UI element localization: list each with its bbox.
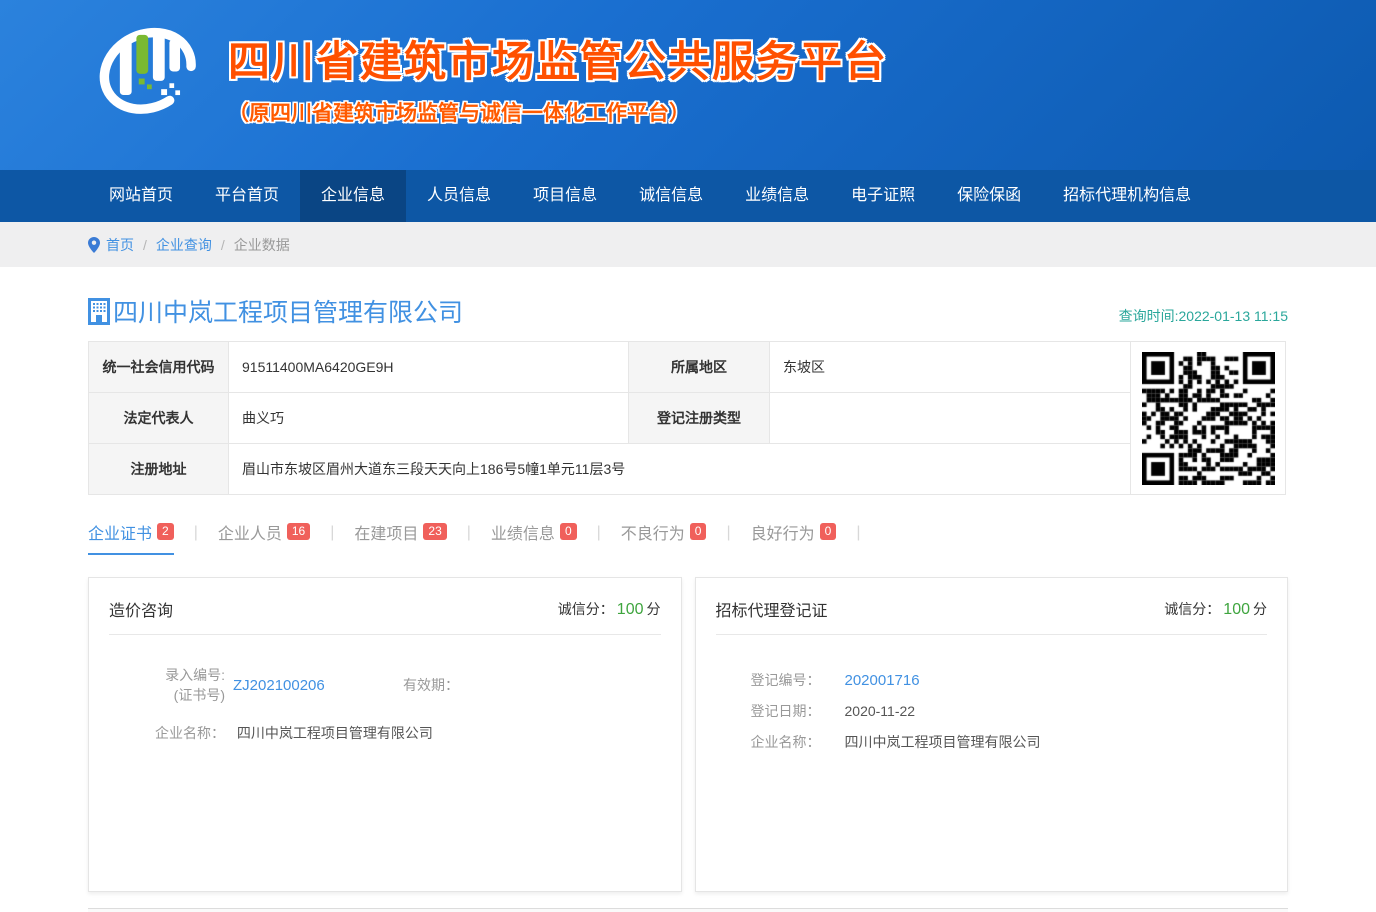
address-value: 眉山市东坡区眉州大道东三段天天向上186号5幢1单元11层3号 <box>229 444 1131 495</box>
certificate-card-cost-consulting: 造价咨询 诚信分：100分 录入编号: (证书号) ZJ202100206 有效… <box>88 577 682 892</box>
nav-item-enterprise-info[interactable]: 企业信息 <box>300 170 406 222</box>
detail-tabs: 企业证书 2 | 企业人员 16 | 在建项目 23 | 业绩信息 0 | 不良… <box>88 519 1288 555</box>
tab-separator: | <box>194 524 198 551</box>
certificate-card-bidding-agency: 招标代理登记证 诚信分：100分 登记编号： 202001716 登记日期： 2… <box>695 577 1289 892</box>
credit-score: 诚信分：100分 <box>1164 599 1267 619</box>
reg-type-value <box>770 393 1131 444</box>
entry-number-link[interactable]: ZJ202100206 <box>233 677 403 694</box>
table-row: 统一社会信用代码 91511400MA6420GE9H 所属地区 东坡区 <box>89 342 1286 393</box>
credit-score-unit: 分 <box>1253 601 1267 617</box>
building-icon <box>88 298 110 325</box>
nav-item-e-certificate[interactable]: 电子证照 <box>830 170 936 222</box>
location-pin-icon <box>88 237 100 253</box>
credit-score-value: 100 <box>1223 601 1250 618</box>
platform-logo-icon <box>88 16 206 134</box>
credit-code-label: 统一社会信用代码 <box>89 342 229 393</box>
table-row: 注册地址 眉山市东坡区眉州大道东三段天天向上186号5幢1单元11层3号 <box>89 444 1286 495</box>
company-title: 四川中岚工程项目管理有限公司 <box>88 293 463 329</box>
tab-count-badge: 16 <box>287 523 310 540</box>
tab-label: 在建项目 <box>354 520 418 544</box>
breadcrumb-home[interactable]: 首页 <box>106 235 134 255</box>
credit-score-value: 100 <box>617 601 644 618</box>
site-header: 四川省建筑市场监管公共服务平台 （原四川省建筑市场监管与诚信一体化工作平台） <box>0 0 1376 170</box>
breadcrumb: 首页 / 企业查询 / 企业数据 <box>88 222 1288 267</box>
company-name-value: 四川中岚工程项目管理有限公司 <box>845 732 1041 752</box>
bottom-divider <box>88 908 1288 912</box>
tab-separator: | <box>856 524 860 551</box>
tab-separator: | <box>597 524 601 551</box>
nav-item-personnel-info[interactable]: 人员信息 <box>406 170 512 222</box>
site-subtitle: （原四川省建筑市场监管与诚信一体化工作平台） <box>228 97 888 127</box>
main-content: 四川中岚工程项目管理有限公司 查询时间:2022-01-13 11:15 统一社… <box>88 293 1288 912</box>
region-value: 东坡区 <box>770 342 1131 393</box>
reg-type-label: 登记注册类型 <box>629 393 770 444</box>
qr-code-cell <box>1131 342 1286 495</box>
nav-item-bidding-agency-info[interactable]: 招标代理机构信息 <box>1042 170 1212 222</box>
table-row: 法定代表人 曲义巧 登记注册类型 <box>89 393 1286 444</box>
tab-separator: | <box>467 524 471 551</box>
company-name-value: 四川中岚工程项目管理有限公司 <box>237 725 433 741</box>
nav-item-insurance-guarantee[interactable]: 保险保函 <box>936 170 1042 222</box>
nav-item-project-info[interactable]: 项目信息 <box>512 170 618 222</box>
legal-rep-value: 曲义巧 <box>229 393 629 444</box>
tab-label: 企业证书 <box>88 520 152 544</box>
credit-score: 诚信分：100分 <box>558 599 661 619</box>
tab-good-behavior[interactable]: 良好行为 0 <box>751 520 837 555</box>
company-name-label: 企业名称： <box>751 732 831 752</box>
breadcrumb-bar: 首页 / 企业查询 / 企业数据 <box>0 222 1376 267</box>
credit-score-unit: 分 <box>647 601 661 617</box>
breadcrumb-enterprise-data: 企业数据 <box>234 235 290 255</box>
company-name: 四川中岚工程项目管理有限公司 <box>113 293 463 329</box>
registration-number-label: 登记编号： <box>751 670 831 690</box>
breadcrumb-enterprise-search[interactable]: 企业查询 <box>156 235 212 255</box>
tab-count-badge: 0 <box>820 523 837 540</box>
tab-label: 业绩信息 <box>491 520 555 544</box>
registration-date-label: 登记日期： <box>751 701 831 721</box>
tab-count-badge: 23 <box>423 523 446 540</box>
tab-count-badge: 2 <box>157 523 174 540</box>
main-nav: 网站首页 平台首页 企业信息 人员信息 项目信息 诚信信息 业绩信息 电子证照 … <box>0 170 1376 222</box>
address-label: 注册地址 <box>89 444 229 495</box>
company-name-label: 企业名称： <box>109 723 225 743</box>
registration-number-link[interactable]: 202001716 <box>845 672 920 689</box>
credit-score-label: 诚信分： <box>558 601 614 617</box>
qr-code-image <box>1142 352 1275 485</box>
registration-date-value: 2020-11-22 <box>845 703 916 719</box>
tab-label: 不良行为 <box>621 520 685 544</box>
company-info-table: 统一社会信用代码 91511400MA6420GE9H 所属地区 东坡区 法定代… <box>88 341 1286 495</box>
tab-enterprise-personnel[interactable]: 企业人员 16 <box>218 520 310 555</box>
tab-enterprise-certificates[interactable]: 企业证书 2 <box>88 520 174 555</box>
query-time: 查询时间:2022-01-13 11:15 <box>1119 306 1288 329</box>
tab-projects-under-construction[interactable]: 在建项目 23 <box>354 520 446 555</box>
card-title: 造价咨询 <box>109 597 173 621</box>
region-label: 所属地区 <box>629 342 770 393</box>
breadcrumb-separator: / <box>221 237 225 253</box>
tab-performance-info[interactable]: 业绩信息 0 <box>491 520 577 555</box>
tab-label: 企业人员 <box>218 520 282 544</box>
tab-count-badge: 0 <box>690 523 707 540</box>
credit-code-value: 91511400MA6420GE9H <box>229 342 629 393</box>
tab-separator: | <box>726 524 730 551</box>
legal-rep-label: 法定代表人 <box>89 393 229 444</box>
card-title: 招标代理登记证 <box>716 597 828 621</box>
entry-number-label: 录入编号: (证书号) <box>109 665 225 705</box>
nav-item-credit-info[interactable]: 诚信信息 <box>618 170 724 222</box>
validity-label: 有效期： <box>403 675 459 695</box>
tab-label: 良好行为 <box>751 520 815 544</box>
tab-bad-behavior[interactable]: 不良行为 0 <box>621 520 707 555</box>
credit-score-label: 诚信分： <box>1164 601 1220 617</box>
tab-count-badge: 0 <box>560 523 577 540</box>
nav-item-platform-home[interactable]: 平台首页 <box>194 170 300 222</box>
nav-item-site-home[interactable]: 网站首页 <box>88 170 194 222</box>
breadcrumb-separator: / <box>143 237 147 253</box>
site-title: 四川省建筑市场监管公共服务平台 <box>228 28 888 89</box>
tab-separator: | <box>330 524 334 551</box>
nav-item-performance-info[interactable]: 业绩信息 <box>724 170 830 222</box>
